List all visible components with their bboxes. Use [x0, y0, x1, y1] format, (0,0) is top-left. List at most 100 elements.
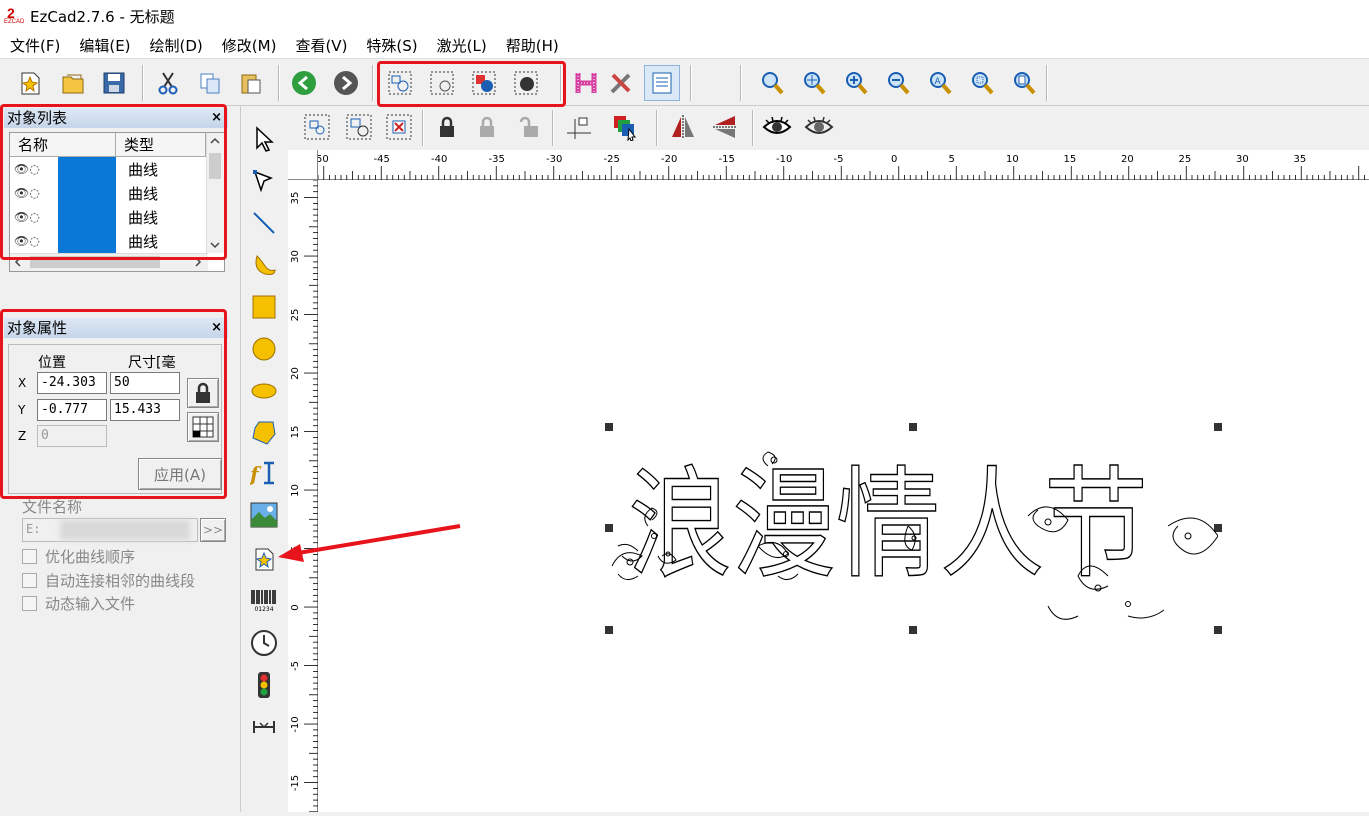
menu-laser[interactable]: 激光(L)	[437, 35, 487, 56]
app-logo-icon: 2 EZCAD	[4, 5, 25, 25]
anchor-grid-button[interactable]	[187, 412, 219, 442]
layer-color-icon[interactable]	[608, 110, 642, 144]
delete-select-icon[interactable]	[382, 110, 416, 144]
forward-icon[interactable]	[328, 65, 364, 101]
paste-icon[interactable]	[233, 65, 269, 101]
select-move-icon[interactable]	[342, 110, 376, 144]
visible-curve-icon: 👁◌	[14, 186, 40, 200]
svg-text:A: A	[935, 77, 942, 87]
list-item[interactable]: 👁◌曲线	[10, 181, 224, 205]
select-group-icon[interactable]	[300, 110, 334, 144]
object-properties-close-button[interactable]: ×	[211, 318, 222, 338]
zoom-pan-icon[interactable]	[796, 65, 832, 101]
list-item[interactable]: 👁◌曲线	[10, 205, 224, 229]
tools-icon[interactable]	[603, 65, 639, 101]
auto-connect-checkbox[interactable]: 自动连接相邻的曲线段	[22, 570, 195, 591]
cut-icon[interactable]	[150, 65, 186, 101]
back-icon[interactable]	[286, 65, 322, 101]
y-position-input[interactable]: -0.777	[37, 399, 107, 421]
lock-icon	[196, 382, 210, 403]
reference-point-icon[interactable]	[562, 110, 596, 144]
rectangle-tool-icon[interactable]	[247, 290, 281, 324]
red-arrow-annotation	[278, 524, 461, 562]
ruler-h-label: -10	[776, 154, 792, 165]
hatch-icon[interactable]	[568, 65, 604, 101]
curve-tool-icon[interactable]	[247, 248, 281, 282]
horizontal-scrollbar[interactable]	[10, 253, 208, 271]
title-bar: 2 EZCAD EzCad2.7.6 - 无标题	[0, 0, 1369, 32]
unlock-all-icon[interactable]	[512, 110, 546, 144]
ungroup-icon[interactable]	[424, 65, 460, 101]
ruler-v-label: 25	[290, 309, 301, 322]
mirror-vertical-icon[interactable]	[708, 110, 742, 144]
menu-special[interactable]: 特殊(S)	[366, 35, 417, 56]
combine-icon[interactable]	[466, 65, 502, 101]
lock-icon[interactable]	[430, 110, 464, 144]
ruler-corner	[288, 150, 318, 180]
open-file-icon[interactable]	[55, 65, 91, 101]
menu-draw[interactable]: 绘制(D)	[150, 35, 203, 56]
vertical-ruler: 35302520151050-5-10-15	[288, 179, 318, 813]
zoom-page-icon[interactable]	[1006, 65, 1042, 101]
zoom-icon[interactable]	[754, 65, 790, 101]
edit-toolbar	[290, 106, 1369, 150]
list-item[interactable]: 👁◌曲线	[10, 229, 224, 253]
new-file-icon[interactable]	[12, 65, 48, 101]
ruler-h-label: 35	[1294, 154, 1307, 165]
z-position-input[interactable]: 0	[37, 425, 107, 447]
split-icon[interactable]	[508, 65, 544, 101]
menu-view[interactable]: 查看(V)	[295, 35, 347, 56]
barcode-tool-icon[interactable]: 01234	[247, 584, 281, 618]
polygon-tool-icon[interactable]	[247, 416, 281, 450]
visible-curve-icon: 👁◌	[14, 234, 40, 248]
object-list[interactable]: 名称 类型 👁◌曲线 👁◌曲线 👁◌曲线 👁◌曲线 👁◌曲线	[9, 132, 225, 272]
line-tool-icon[interactable]	[247, 206, 281, 240]
ruler-h-label: 5	[949, 154, 955, 165]
select-arrow-icon[interactable]	[247, 122, 281, 156]
input-port-icon[interactable]	[247, 668, 281, 702]
menu-help[interactable]: 帮助(H)	[506, 35, 559, 56]
ruler-h-label: -45	[374, 154, 390, 165]
list-item[interactable]: 👁◌曲线	[10, 157, 224, 181]
vector-text-object[interactable]: 浪漫情人节	[608, 426, 1218, 630]
show-order-icon[interactable]	[802, 110, 836, 144]
menu-file[interactable]: 文件(F)	[10, 35, 60, 56]
ellipse-tool-icon[interactable]	[247, 374, 281, 408]
timer-tool-icon[interactable]	[247, 626, 281, 660]
apply-button[interactable]: 应用(A)	[138, 458, 222, 490]
ruler-v-label: 10	[290, 484, 301, 497]
menu-edit[interactable]: 编辑(E)	[79, 35, 130, 56]
optimize-curve-checkbox[interactable]: 优化曲线顺序	[22, 546, 135, 567]
output-port-icon[interactable]	[247, 710, 281, 744]
zoom-selected-icon[interactable]	[964, 65, 1000, 101]
zoom-all-icon[interactable]: A	[922, 65, 958, 101]
dynamic-input-checkbox[interactable]: 动态输入文件	[22, 593, 135, 614]
browse-button[interactable]: >>	[200, 518, 226, 542]
node-edit-icon[interactable]	[247, 164, 281, 198]
zoom-in-icon[interactable]	[838, 65, 874, 101]
object-properties-panel: 对象属性 × 位置 尺寸[毫 X -24.303 50 Y -0.777 15.…	[4, 318, 228, 498]
x-position-input[interactable]: -24.303	[37, 372, 107, 394]
x-size-input[interactable]: 50	[110, 372, 180, 394]
save-icon[interactable]	[96, 65, 132, 101]
ruler-v-label: -10	[290, 716, 301, 732]
lock-ratio-button[interactable]	[187, 378, 219, 408]
ruler-h-label: -30	[546, 154, 562, 165]
column-type[interactable]: 类型	[116, 133, 206, 156]
text-tool-icon[interactable]: f	[247, 456, 281, 490]
drawing-canvas[interactable]: 50 -45 -40 -35 -30 -25 -20 -15 -10 -5 0 5 10 15 20 25 30…	[288, 150, 1369, 813]
column-name[interactable]: 名称	[10, 133, 116, 156]
y-size-input[interactable]: 15.433	[110, 399, 180, 421]
copy-icon[interactable]	[192, 65, 228, 101]
zoom-out-icon[interactable]	[880, 65, 916, 101]
params-icon[interactable]	[644, 65, 680, 101]
object-list-close-button[interactable]: ×	[211, 108, 222, 128]
unlock-icon[interactable]	[470, 110, 504, 144]
mirror-horizontal-icon[interactable]	[666, 110, 700, 144]
menu-modify[interactable]: 修改(M)	[222, 35, 277, 56]
circle-tool-icon[interactable]	[247, 332, 281, 366]
ruler-h-label: -20	[661, 154, 677, 165]
group-icon[interactable]	[382, 65, 418, 101]
show-path-icon[interactable]	[760, 110, 794, 144]
vertical-scrollbar[interactable]	[206, 133, 224, 253]
